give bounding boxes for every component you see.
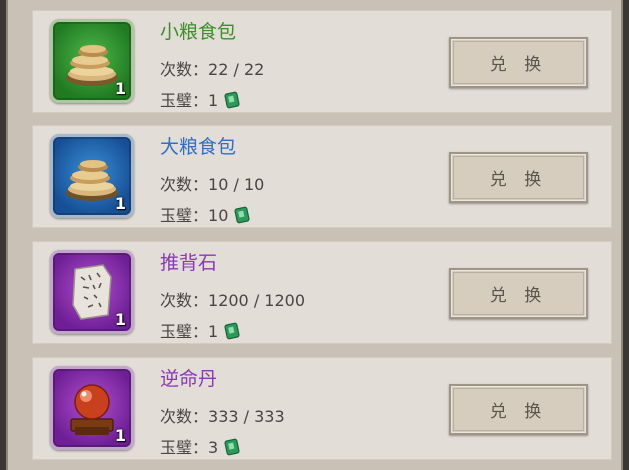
exchange-count: 次数：10 / 10 <box>160 175 265 194</box>
item-quantity: 1 <box>114 194 126 213</box>
jade-bi-icon <box>224 438 240 456</box>
exchange-cost: 玉璧：1 <box>160 318 240 342</box>
exchange-button[interactable]: 兑 换 <box>449 37 588 88</box>
item-slot[interactable]: 1 <box>50 134 134 218</box>
exchange-button[interactable]: 兑 换 <box>449 268 588 319</box>
jade-bi-icon <box>234 206 250 224</box>
jade-bi-icon <box>224 322 240 340</box>
list-item: 1 推背石 次数：1200 / 1200 玉璧：1 兑 换 <box>32 241 612 344</box>
exchange-count: 次数：22 / 22 <box>160 60 265 79</box>
item-slot[interactable]: 1 <box>50 366 134 450</box>
item-quantity: 1 <box>114 426 126 445</box>
item-name: 推背石 <box>160 252 218 274</box>
exchange-count: 次数：333 / 333 <box>160 407 285 426</box>
exchange-cost: 玉璧：3 <box>160 434 240 458</box>
item-name: 大粮食包 <box>160 136 237 158</box>
list-item: 1 小粮食包 次数：22 / 22 玉璧：1 兑 换 <box>32 10 612 113</box>
exchange-button[interactable]: 兑 换 <box>449 152 588 203</box>
exchange-count: 次数：1200 / 1200 <box>160 291 306 310</box>
list-item: 1 逆命丹 次数：333 / 333 玉璧：3 兑 换 <box>32 357 612 460</box>
shop-panel: 1 小粮食包 次数：22 / 22 玉璧：1 兑 换 1 大粮食包 次数：10 … <box>6 0 623 470</box>
jade-bi-icon <box>224 91 240 109</box>
item-quantity: 1 <box>114 310 126 329</box>
exchange-button[interactable]: 兑 换 <box>449 384 588 435</box>
item-name: 小粮食包 <box>160 21 237 43</box>
exchange-cost: 玉璧：1 <box>160 87 240 111</box>
item-slot[interactable]: 1 <box>50 250 134 334</box>
item-name: 逆命丹 <box>160 368 218 390</box>
item-quantity: 1 <box>114 79 126 98</box>
exchange-cost: 玉璧：10 <box>160 202 250 226</box>
list-item: 1 大粮食包 次数：10 / 10 玉璧：10 兑 换 <box>32 125 612 228</box>
item-slot[interactable]: 1 <box>50 19 134 103</box>
